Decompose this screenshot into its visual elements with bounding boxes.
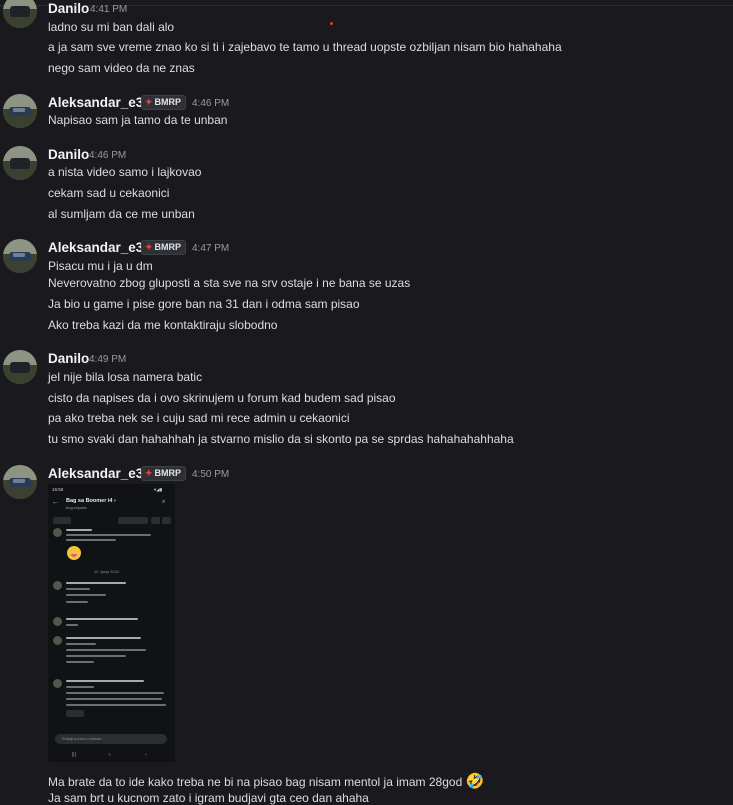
username[interactable]: Aleksandar_e36 [48,95,151,110]
message-text: ladno su mi ban dali alo [48,20,175,34]
rofl-emoji-icon: 🤣 [465,773,485,790]
username[interactable]: Aleksandar_e36 [48,240,151,255]
message-text: cisto da napises da i ovo skrinujem u fo… [48,391,396,405]
attachment-text-line [66,588,90,590]
message-text: Neverovatno zbog gluposti a sta sve na s… [48,276,411,290]
message-timestamp: 4:41 PM [90,4,128,15]
attachment-text-line [66,601,88,603]
attachment-text-line [66,534,151,536]
server-tag-badge[interactable]: ✦ BMRP [141,240,187,255]
attachment-text-line [66,643,96,645]
attachment-nav-home: ○ [108,752,112,758]
avatar[interactable] [3,350,37,384]
attachment-text-line [66,529,92,531]
attachment-chip [118,517,148,524]
attachment-nav-recents: ||| [72,752,76,758]
attachment-back-arrow-icon: ← [52,499,59,506]
bmrp-logo-icon: ✦ [145,97,153,107]
server-tag-badge[interactable]: ✦ BMRP [141,466,187,481]
attachment-chip [53,517,71,524]
message-text: cekam sad u cekaonici [48,186,170,200]
message-text: jel nije bila losa namera batic [48,370,203,384]
attachment-text-line [66,698,162,700]
message-timestamp: 4:46 PM [89,150,127,161]
message-text: al sumljam da ce me unban [48,207,195,221]
attachment-nav-back: ‹ [145,752,147,758]
bmrp-logo-icon: ✦ [145,242,153,252]
avatar[interactable] [3,146,37,180]
message-text: a nista video samo i lajkovao [48,165,202,179]
avatar[interactable] [3,0,37,28]
username[interactable]: Danilo [48,1,89,16]
message-text: Ja bio u game i pise gore ban na 31 dan … [48,297,360,311]
message-timestamp: 4:50 PM [192,469,230,480]
attachment-text-line [66,704,166,706]
attachment-text-line [66,692,164,694]
message-text: pa ako treba nek se i cuju sad mi rece a… [48,411,350,425]
attachment-text-line [66,637,141,639]
attachment-avatar [53,679,62,688]
attachment-thread-subtitle: bug-reports [66,505,87,510]
attachment-text-line [66,686,94,688]
attachment-search-icon: ⌕ [162,499,166,505]
username[interactable]: Danilo [48,351,89,366]
attachment-thread-title: Bag sa Boomer i4 › [66,498,116,504]
attachment-avatar [53,528,62,537]
username[interactable]: Danilo [48,147,89,162]
username[interactable]: Aleksandar_e36 [48,466,151,481]
bmrp-logo-icon: ✦ [145,468,153,478]
image-attachment[interactable]: 16:50 ▾◢▮ ← Bag sa Boomer i4 › bug-repor… [48,484,175,762]
avatar[interactable] [3,239,37,273]
attachment-text-line [66,618,138,620]
attachment-text-line [66,539,116,541]
attachment-text-line [66,680,144,682]
message-text: Ako treba kazi da me kontaktiraju slobod… [48,318,278,332]
attachment-status-time: 16:50 [52,487,64,492]
attachment-chip [162,517,171,524]
attachment-chip [66,710,84,717]
message-text: Ja sam brt u kucnom zato i igram budjavi… [48,791,369,805]
message-text: nego sam video da ne znas [48,61,195,75]
avatar[interactable] [3,465,37,499]
message-timestamp: 4:46 PM [192,98,230,109]
attachment-avatar [53,581,62,590]
message-text: Pisacu mu i ja u dm [48,259,153,273]
attachment-avatar [53,617,62,626]
message-text: Napisao sam ja tamo da te unban [48,113,228,127]
attachment-status-icons: ▾◢▮ [154,487,163,492]
message-text: a ja sam sve vreme znao ko si ti i zajeb… [48,40,562,54]
attachment-text-line [66,582,126,584]
attachment-date-divider: 10. lipnja 2024. [94,570,120,574]
attachment-text-line [66,594,106,596]
attachment-chip [151,517,160,524]
avatar[interactable] [3,94,37,128]
attachment-text-line [66,655,126,657]
attachment-emoji-icon [67,546,81,560]
message-timestamp: 4:49 PM [89,354,127,365]
server-tag-badge[interactable]: ✦ BMRP [141,95,187,110]
message-text: Ma brate da to ide kako treba ne bi na p… [48,773,485,790]
unread-dot [330,22,333,25]
message-text: tu smo svaki dan hahahhah ja stvarno mis… [48,432,514,446]
attachment-avatar [53,636,62,645]
attachment-text-line [66,649,146,651]
message-timestamp: 4:47 PM [192,243,230,254]
attachment-text-line [66,624,78,626]
attachment-text-line [66,661,94,663]
attachment-input-placeholder: Pošalji poruku u kanalu ‘… [62,737,107,741]
